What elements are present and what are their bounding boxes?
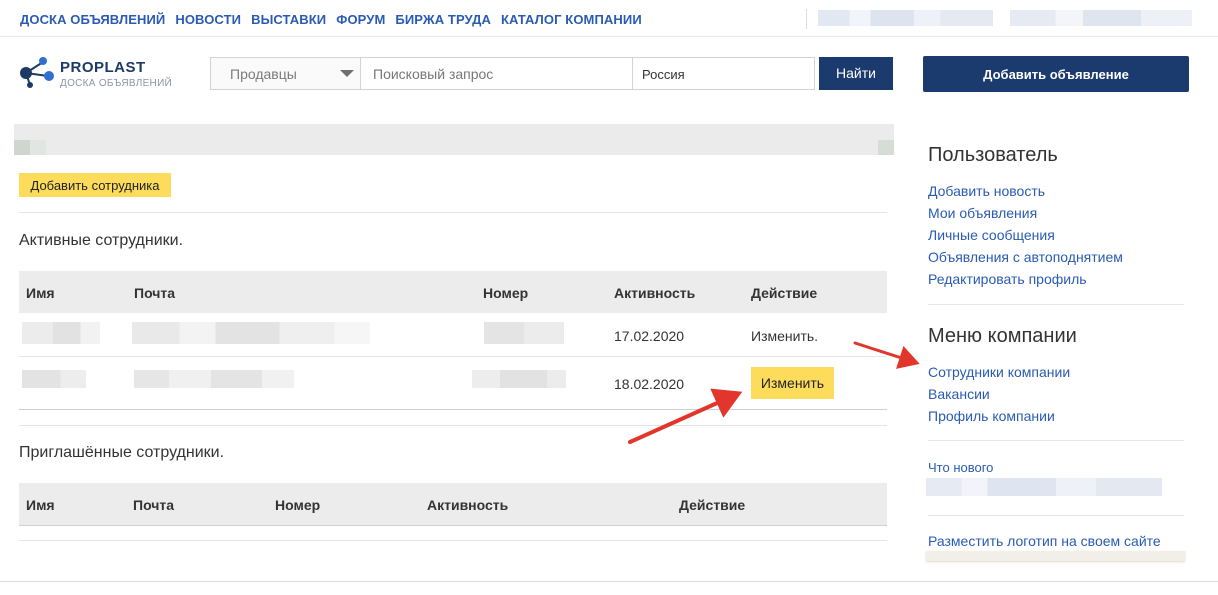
sidebar-divider [928,304,1184,305]
add-ad-button[interactable]: Добавить объявление [923,56,1189,92]
blurred-email [134,370,294,388]
edit-button[interactable]: Изменить [751,367,834,399]
site-logo[interactable]: PROPLAST ДОСКА ОБЪЯВЛЕНИЙ [18,54,178,94]
footer-divider [0,581,1218,582]
row-divider [19,525,887,526]
col-phone: Номер [483,285,529,301]
sidebar-link-company-profile[interactable]: Профиль компании [928,408,1055,424]
sidebar-divider [928,440,1184,441]
invited-table-header: Имя Почта Номер Активность Действие [19,483,887,525]
divider [19,425,887,426]
top-navigation: ДОСКА ОБЪЯВЛЕНИЙ НОВОСТИ ВЫСТАВКИ ФОРУМ … [20,12,642,27]
arrow-to-company-employees [853,341,920,369]
search-bar: Продавцы Поисковый запрос Россия Найти [210,57,893,90]
add-employee-button[interactable]: Добавить сотрудника [19,173,171,197]
user-section-title: Пользователь [928,144,1058,166]
sidebar-link-company-employees[interactable]: Сотрудники компании [928,364,1070,380]
molecule-logo-icon [20,57,54,88]
top-separator [0,36,1218,37]
top-divider [806,9,807,29]
blurred-name [22,322,100,344]
blurred-title-block-right [878,140,894,155]
row-divider [19,356,887,357]
active-table-header: Имя Почта Номер Активность Действие [19,271,887,313]
edit-link[interactable]: Изменить. [751,328,818,344]
active-employees-title: Активные сотрудники. [19,232,184,249]
sidebar-link-whats-new[interactable]: Что нового [928,460,993,475]
col-name: Имя [26,285,55,301]
blurred-title-block-left [14,140,30,155]
blurred-phone [484,322,564,344]
category-select[interactable]: Продавцы [210,57,360,90]
col-action: Действие [679,497,746,513]
sidebar-link-add-news[interactable]: Добавить новость [928,183,1045,199]
region-input[interactable]: Россия [632,57,815,90]
blurred-user-info-1 [818,10,993,26]
chevron-down-icon [340,70,354,77]
logo-subtitle: ДОСКА ОБЪЯВЛЕНИЙ [60,78,173,89]
nav-news[interactable]: НОВОСТИ [175,12,241,27]
blurred-company-title [14,124,894,155]
sidebar-link-place-logo[interactable]: Разместить логотип на своем сайте [928,533,1161,549]
blurred-email [132,322,370,344]
sidebar-link-edit-profile[interactable]: Редактировать профиль [928,271,1087,287]
logo-name: PROPLAST [60,59,146,76]
sidebar-link-vacancies[interactable]: Вакансии [928,386,990,402]
nav-company-catalog[interactable]: КАТАЛОГ КОМПАНИИ [501,12,642,27]
nav-forum[interactable]: ФОРУМ [336,12,385,27]
blurred-title-block-left-2 [30,140,46,155]
invited-employees-title: Приглашённые сотрудники. [19,444,225,461]
arrow-to-edit-button [628,388,743,444]
activity-date: 18.02.2020 [614,376,685,392]
search-button[interactable]: Найти [819,57,893,90]
nav-jobs[interactable]: БИРЖА ТРУДА [395,12,491,27]
row-divider [19,409,887,410]
search-input[interactable]: Поисковый запрос [360,57,632,90]
sidebar-link-my-ads[interactable]: Мои объявления [928,205,1037,221]
blurred-user-info-2 [1010,10,1192,26]
col-name: Имя [26,497,55,513]
col-email: Почта [134,285,176,301]
nav-board[interactable]: ДОСКА ОБЪЯВЛЕНИЙ [20,12,165,27]
sidebar-link-auto-raise[interactable]: Объявления с автоподнятием [928,249,1123,265]
company-menu-title: Меню компании [928,325,1077,347]
category-select-value: Продавцы [230,66,297,82]
blurred-news-text [926,478,1162,496]
activity-date: 17.02.2020 [614,328,685,344]
nav-exhibitions[interactable]: ВЫСТАВКИ [251,12,326,27]
blurred-phone [472,370,566,388]
col-action: Действие [751,285,818,301]
col-activity: Активность [427,497,509,513]
col-email: Почта [133,497,175,513]
divider [19,540,887,541]
sidebar-link-messages[interactable]: Личные сообщения [928,227,1055,243]
col-phone: Номер [275,497,321,513]
divider [19,212,887,213]
blurred-banner [926,551,1185,561]
blurred-name [22,370,86,388]
col-activity: Активность [614,285,696,301]
sidebar-divider [928,515,1184,516]
